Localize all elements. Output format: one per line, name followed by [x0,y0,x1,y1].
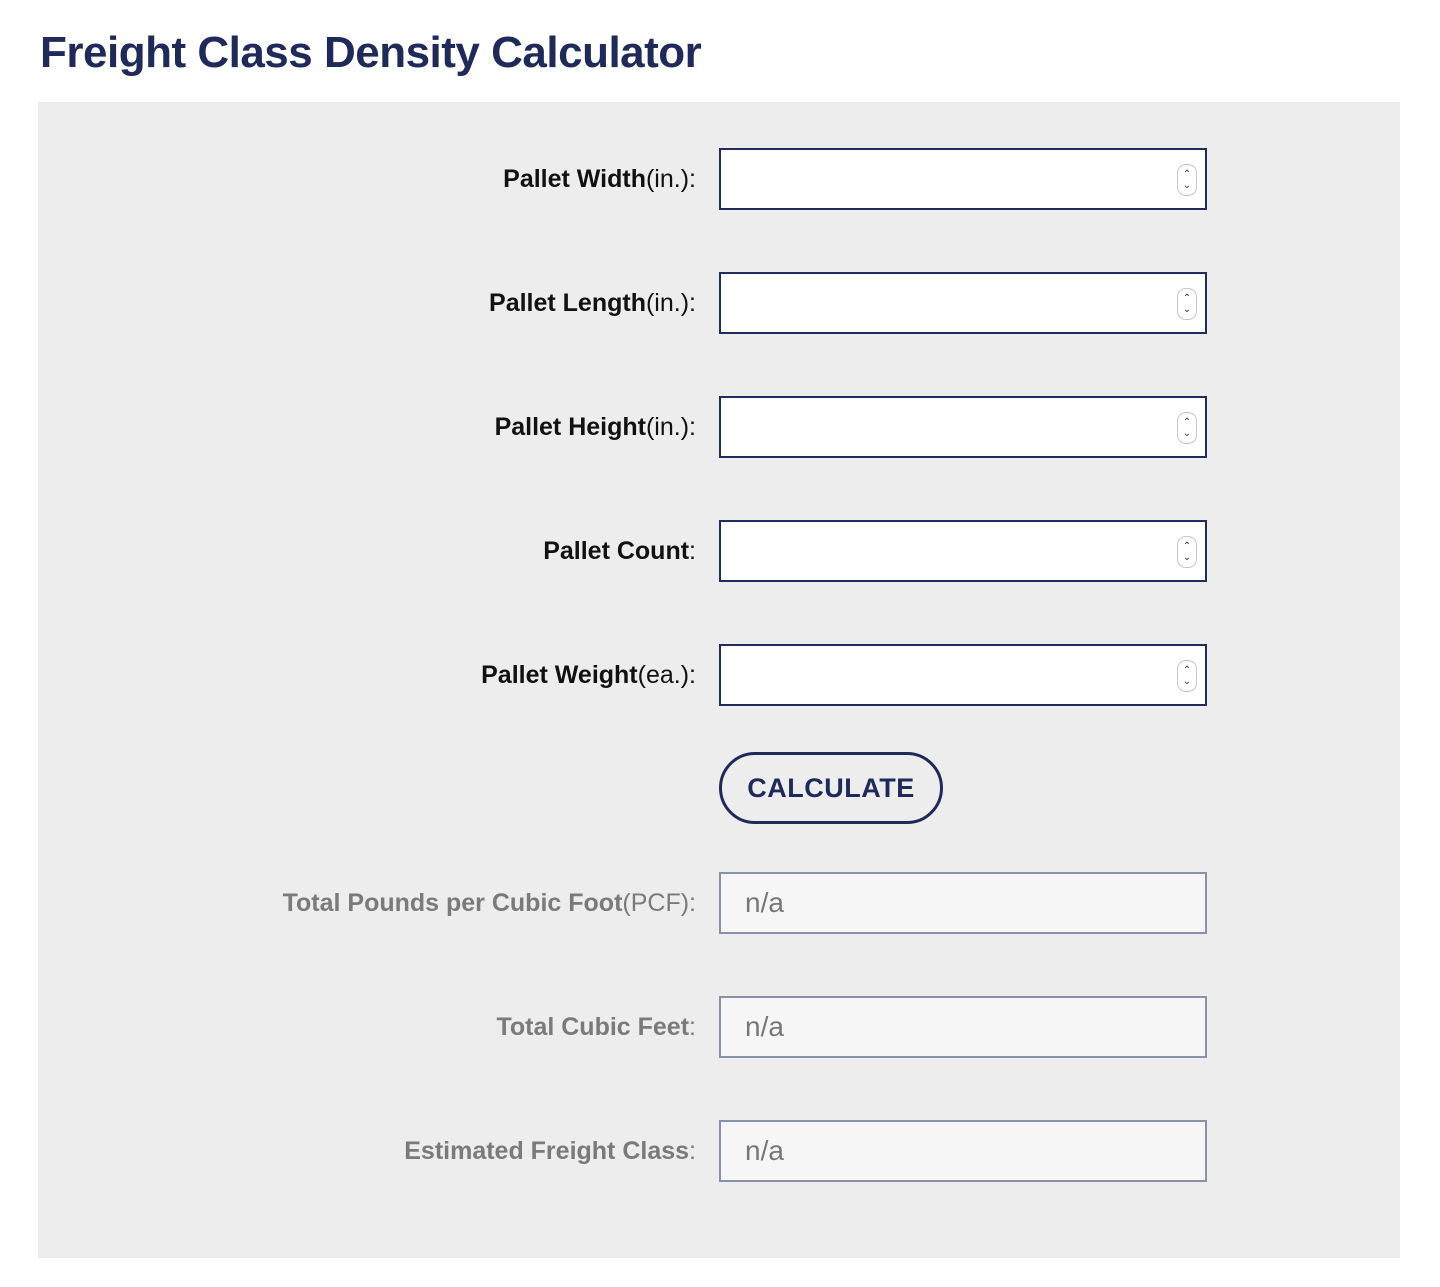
pallet-width-row: Pallet Width (in.): ⌃ ⌄ [38,148,1400,210]
label-suffix: : [689,1012,696,1041]
pallet-weight-label: Pallet Weight (ea.): [481,644,696,706]
label-suffix: : [689,412,696,441]
chevron-down-icon[interactable]: ⌄ [1183,428,1191,439]
pallet-height-input[interactable] [721,398,1205,456]
total-cubic-feet-output: n/a [719,996,1207,1058]
freight-class-row: Estimated Freight Class: n/a [38,1120,1400,1182]
label-text: Pallet Height [494,412,646,441]
total-pcf-output: n/a [719,872,1207,934]
pallet-count-field: ⌃ ⌄ [719,520,1207,582]
pallet-length-input[interactable] [721,274,1205,332]
pallet-count-label: Pallet Count: [543,520,696,582]
label-suffix: : [689,1136,696,1165]
label-unit: (ea.) [637,660,690,689]
freight-class-value: n/a [745,1135,784,1166]
pallet-weight-row: Pallet Weight (ea.): ⌃ ⌄ [38,644,1400,706]
number-spinner[interactable]: ⌃ ⌄ [1177,660,1197,692]
freight-class-label: Estimated Freight Class: [404,1120,696,1182]
chevron-up-icon[interactable]: ⌃ [1183,293,1191,304]
calculator-panel: Pallet Width (in.): ⌃ ⌄ Pallet Length (i… [38,102,1400,1258]
chevron-up-icon[interactable]: ⌃ [1183,417,1191,428]
label-suffix: : [689,888,696,917]
pallet-length-label: Pallet Length (in.): [489,272,696,334]
pallet-count-input[interactable] [721,522,1205,580]
chevron-down-icon[interactable]: ⌄ [1183,304,1191,315]
total-cubic-feet-row: Total Cubic Feet: n/a [38,996,1400,1058]
label-text: Total Cubic Feet [496,1012,690,1041]
number-spinner[interactable]: ⌃ ⌄ [1177,536,1197,568]
label-text: Total Pounds per Cubic Foot [282,888,623,917]
pallet-height-field: ⌃ ⌄ [719,396,1207,458]
label-text: Pallet Width [503,164,646,193]
chevron-down-icon[interactable]: ⌄ [1183,676,1191,687]
label-text: Estimated Freight Class [404,1136,690,1165]
number-spinner[interactable]: ⌃ ⌄ [1177,412,1197,444]
total-pcf-value: n/a [745,887,784,918]
pallet-height-row: Pallet Height (in.): ⌃ ⌄ [38,396,1400,458]
label-suffix: : [689,164,696,193]
label-unit: (PCF) [622,888,690,917]
page-title: Freight Class Density Calculator [40,28,702,77]
pallet-width-label: Pallet Width (in.): [503,148,696,210]
total-pcf-label: Total Pounds per Cubic Foot (PCF): [283,872,696,934]
number-spinner[interactable]: ⌃ ⌄ [1177,288,1197,320]
label-text: Pallet Count [543,536,690,565]
total-pcf-row: Total Pounds per Cubic Foot (PCF): n/a [38,872,1400,934]
number-spinner[interactable]: ⌃ ⌄ [1177,164,1197,196]
pallet-width-field: ⌃ ⌄ [719,148,1207,210]
chevron-up-icon[interactable]: ⌃ [1183,665,1191,676]
chevron-up-icon[interactable]: ⌃ [1183,541,1191,552]
chevron-down-icon[interactable]: ⌄ [1183,180,1191,191]
label-suffix: : [689,536,696,565]
chevron-down-icon[interactable]: ⌄ [1183,552,1191,563]
chevron-up-icon[interactable]: ⌃ [1183,169,1191,180]
calculate-button[interactable]: CALCULATE [719,752,943,824]
pallet-width-input[interactable] [721,150,1205,208]
total-cubic-feet-label: Total Cubic Feet: [496,996,696,1058]
pallet-length-field: ⌃ ⌄ [719,272,1207,334]
pallet-height-label: Pallet Height (in.): [495,396,696,458]
freight-class-output: n/a [719,1120,1207,1182]
pallet-weight-field: ⌃ ⌄ [719,644,1207,706]
label-suffix: : [689,660,696,689]
pallet-length-row: Pallet Length (in.): ⌃ ⌄ [38,272,1400,334]
label-text: Pallet Length [489,288,646,317]
label-unit: (in.) [645,412,690,441]
pallet-count-row: Pallet Count: ⌃ ⌄ [38,520,1400,582]
label-unit: (in.) [645,288,690,317]
total-cubic-feet-value: n/a [745,1011,784,1042]
label-suffix: : [689,288,696,317]
label-text: Pallet Weight [481,660,638,689]
label-unit: (in.) [645,164,690,193]
pallet-weight-input[interactable] [721,646,1205,704]
